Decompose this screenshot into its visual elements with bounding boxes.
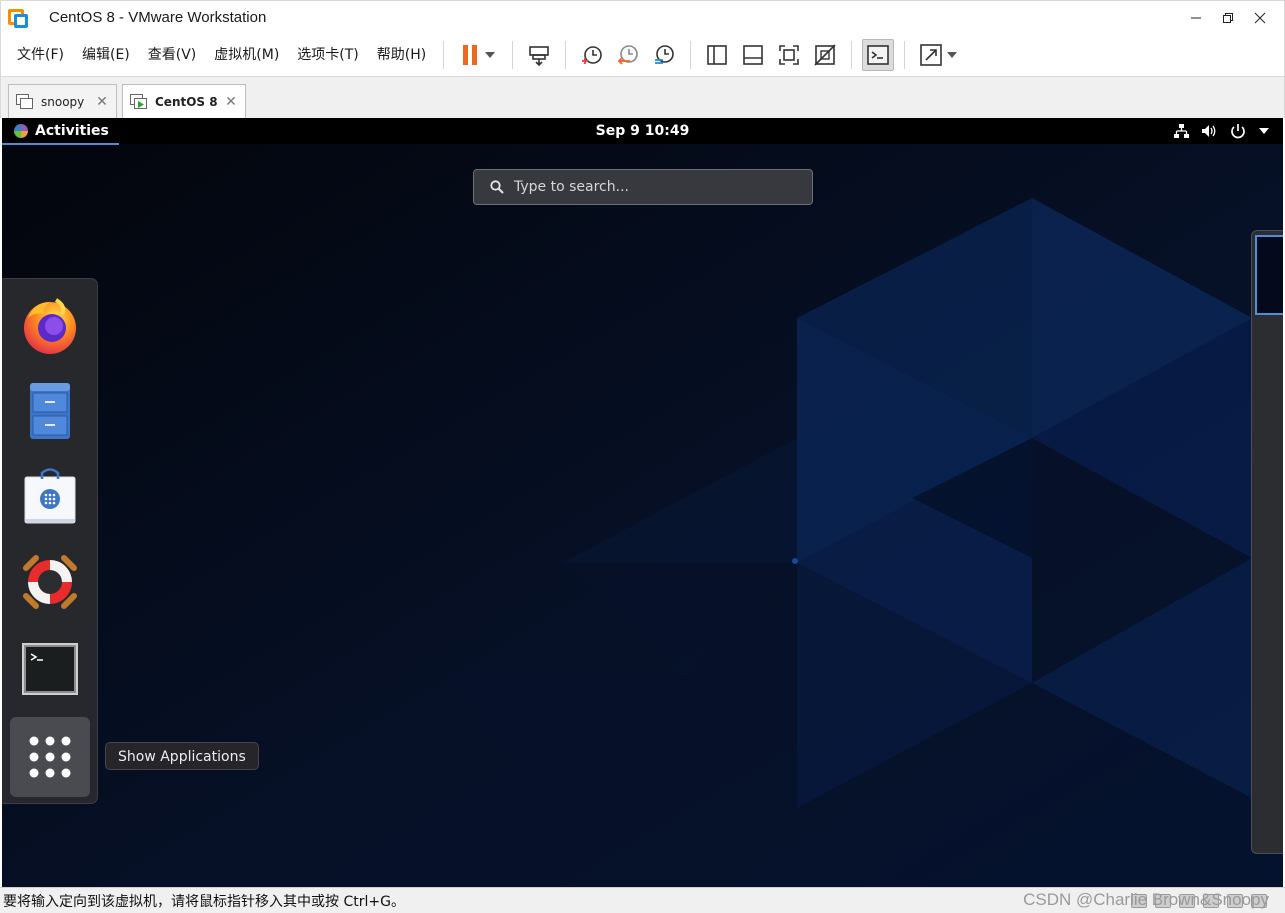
tab-snoopy[interactable]: snoopy ✕ [8, 84, 117, 118]
revert-icon [617, 45, 639, 65]
network-icon [1174, 124, 1189, 138]
title-bar: CentOS 8 - VMware Workstation [0, 0, 1285, 34]
workspace-thumbnail[interactable] [1255, 235, 1283, 315]
pause-button[interactable] [454, 39, 502, 71]
thumbnail-bar-icon [743, 45, 764, 65]
window-title: CentOS 8 - VMware Workstation [49, 9, 267, 26]
workspace-switcher[interactable] [1251, 230, 1283, 854]
tab-label: CentOS 8 [155, 94, 218, 109]
window-controls [1180, 1, 1276, 35]
dash-item-help[interactable] [10, 542, 90, 622]
dash-item-firefox[interactable] [10, 286, 90, 366]
toolbar-separator [904, 41, 906, 69]
dash-item-software[interactable] [10, 457, 90, 537]
snapshot-icon [582, 46, 603, 64]
search-input[interactable]: Type to search... [473, 169, 813, 205]
gnome-top-bar: Activities Sep 9 10:49 [2, 118, 1283, 145]
vm-running-tab-icon [130, 93, 148, 110]
stretch-guest-button[interactable] [915, 39, 961, 71]
toolbar-separator [851, 41, 853, 69]
system-tray[interactable] [1173, 118, 1269, 144]
tab-label: snoopy [41, 94, 85, 109]
power-icon [1231, 124, 1245, 139]
close-button[interactable] [1244, 2, 1276, 34]
console-view-button[interactable] [862, 39, 895, 71]
vm-tab-icon [16, 93, 34, 110]
chevron-down-icon [1259, 128, 1269, 134]
show-applications-tooltip: Show Applications [105, 742, 259, 770]
status-bar: 要将输入定向到该虚拟机，请将鼠标指针移入其中或按 Ctrl+G。 CSDN @C… [0, 887, 1285, 913]
revert-snapshot-button[interactable] [612, 39, 644, 71]
toolbar-separator [443, 41, 445, 69]
desktop-wallpaper [2, 118, 1283, 887]
send-keys-icon [529, 46, 550, 67]
show-library-button[interactable] [701, 39, 733, 71]
unity-icon [814, 44, 836, 66]
search-icon [482, 180, 512, 194]
show-thumbnail-bar-button[interactable] [737, 39, 769, 71]
vm-tab-bar: snoopy ✕ CentOS 8 ✕ [0, 76, 1285, 118]
menu-edit[interactable]: 编辑(E) [73, 40, 139, 70]
watermark: CSDN @Charlie Brown&Snoopy [1023, 890, 1269, 909]
snapshot-manager-icon [655, 45, 675, 64]
volume-icon [1202, 125, 1216, 137]
software-icon [24, 468, 76, 524]
full-screen-icon [779, 45, 800, 65]
menu-file[interactable]: 文件(F) [8, 40, 73, 70]
pause-icon [463, 45, 478, 65]
menu-toolbar: 文件(F) 编辑(E) 查看(V) 虚拟机(M) 选项卡(T) 帮助(H) [0, 34, 1285, 76]
take-snapshot-button[interactable] [576, 39, 608, 71]
toolbar-separator [565, 41, 567, 69]
send-ctrl-alt-del-button[interactable] [523, 39, 555, 71]
terminal-icon [22, 643, 78, 695]
help-icon [23, 555, 77, 609]
snapshot-manager-button[interactable] [648, 39, 680, 71]
dash-item-files[interactable] [10, 371, 90, 451]
library-icon [707, 45, 728, 65]
console-icon [867, 45, 890, 65]
status-message: 要将输入定向到该虚拟机，请将鼠标指针移入其中或按 Ctrl+G。 [3, 893, 405, 910]
full-screen-button[interactable] [773, 39, 805, 71]
toolbar-separator [512, 41, 514, 69]
search-placeholder: Type to search... [514, 179, 629, 195]
menu-view[interactable]: 查看(V) [139, 40, 206, 70]
menu-tabs[interactable]: 选项卡(T) [288, 40, 367, 70]
show-apps-icon [29, 736, 71, 778]
stretch-icon [920, 44, 943, 66]
dash-item-terminal[interactable] [10, 629, 90, 709]
firefox-icon [24, 298, 76, 354]
unity-mode-button[interactable] [809, 39, 841, 71]
toolbar-separator [690, 41, 692, 69]
show-applications-button[interactable] [10, 717, 90, 797]
chevron-down-icon[interactable] [485, 52, 496, 58]
chevron-down-icon[interactable] [947, 52, 958, 58]
vm-display[interactable]: Activities Sep 9 10:49 Type to search... [2, 118, 1283, 887]
files-icon [30, 383, 70, 439]
clock[interactable]: Sep 9 10:49 [2, 118, 1283, 144]
close-icon[interactable]: ✕ [221, 94, 241, 110]
menu-help[interactable]: 帮助(H) [368, 40, 435, 70]
restore-button[interactable] [1212, 2, 1244, 34]
dash [2, 278, 98, 804]
tab-centos-8[interactable]: CentOS 8 ✕ [122, 84, 246, 118]
vmware-logo-icon [8, 7, 30, 29]
menu-vm[interactable]: 虚拟机(M) [205, 40, 288, 70]
minimize-button[interactable] [1180, 2, 1212, 34]
close-icon[interactable]: ✕ [92, 94, 112, 110]
